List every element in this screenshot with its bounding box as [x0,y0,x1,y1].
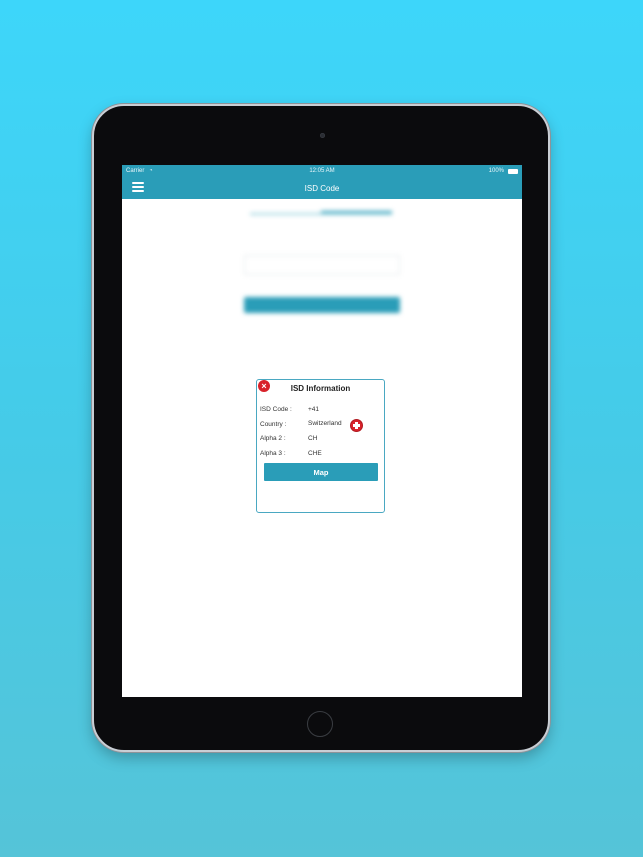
status-time: 12:05 AM [309,168,335,174]
switzerland-flag-icon [351,420,362,431]
search-input [244,255,400,275]
status-battery-percent: 100% [488,168,504,174]
alpha-2-label: Alpha 2 : [260,435,286,442]
battery-icon [508,169,518,174]
segmented-control [250,203,392,215]
page-title: ISD Code [304,184,340,193]
map-button[interactable]: Map [264,463,378,481]
country-value: Switzerland [308,420,342,427]
segment-tab-right [321,203,392,213]
segment-tab-left [250,203,321,213]
status-bar: Carrier ◔ 12:05 AM 100% [122,165,522,177]
country-label: Country : [260,421,287,428]
alpha-2-value: CH [308,435,318,442]
home-button[interactable] [307,711,333,737]
isd-code-label: ISD Code : [260,406,292,413]
isd-information-dialog: × ISD Information ISD Code : +41 Country… [256,379,385,513]
isd-code-value: +41 [308,406,320,413]
front-camera [320,133,325,138]
alpha-3-label: Alpha 3 : [260,450,286,457]
search-button [244,297,400,313]
navigation-bar: Carrier ◔ 12:05 AM 100% ISD Code [122,165,522,199]
dialog-title: ISD Information [290,384,351,393]
alpha-3-value: CHE [308,450,322,457]
